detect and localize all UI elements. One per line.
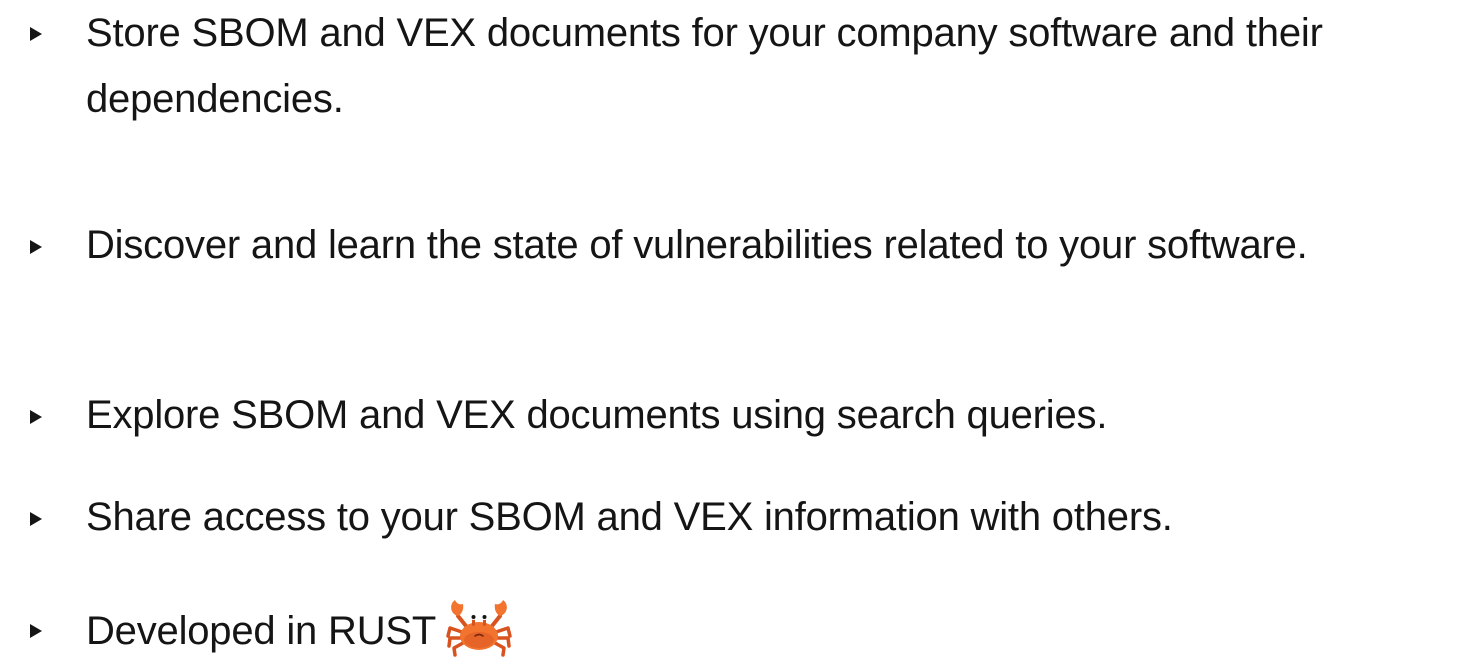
bullet-text: Developed in RUST [86,609,437,653]
triangle-bullet-icon [30,624,42,638]
triangle-bullet-icon [30,512,42,526]
triangle-bullet-icon [30,27,42,41]
bullet-text: Discover and learn the state of vulnerab… [86,223,1308,267]
slide: Store SBOM and VEX documents for your co… [0,0,1471,666]
bullet-text-with-icon: Developed in RUST [86,596,1466,664]
bullet-text: Share access to your SBOM and VEX inform… [86,495,1173,539]
triangle-bullet-icon [30,410,42,424]
triangle-bullet-icon [30,240,42,254]
bullet-text: Store SBOM and VEX documents for your co… [86,11,1323,121]
crab-icon [446,600,512,657]
bullet-text: Explore SBOM and VEX documents using sea… [86,393,1108,437]
